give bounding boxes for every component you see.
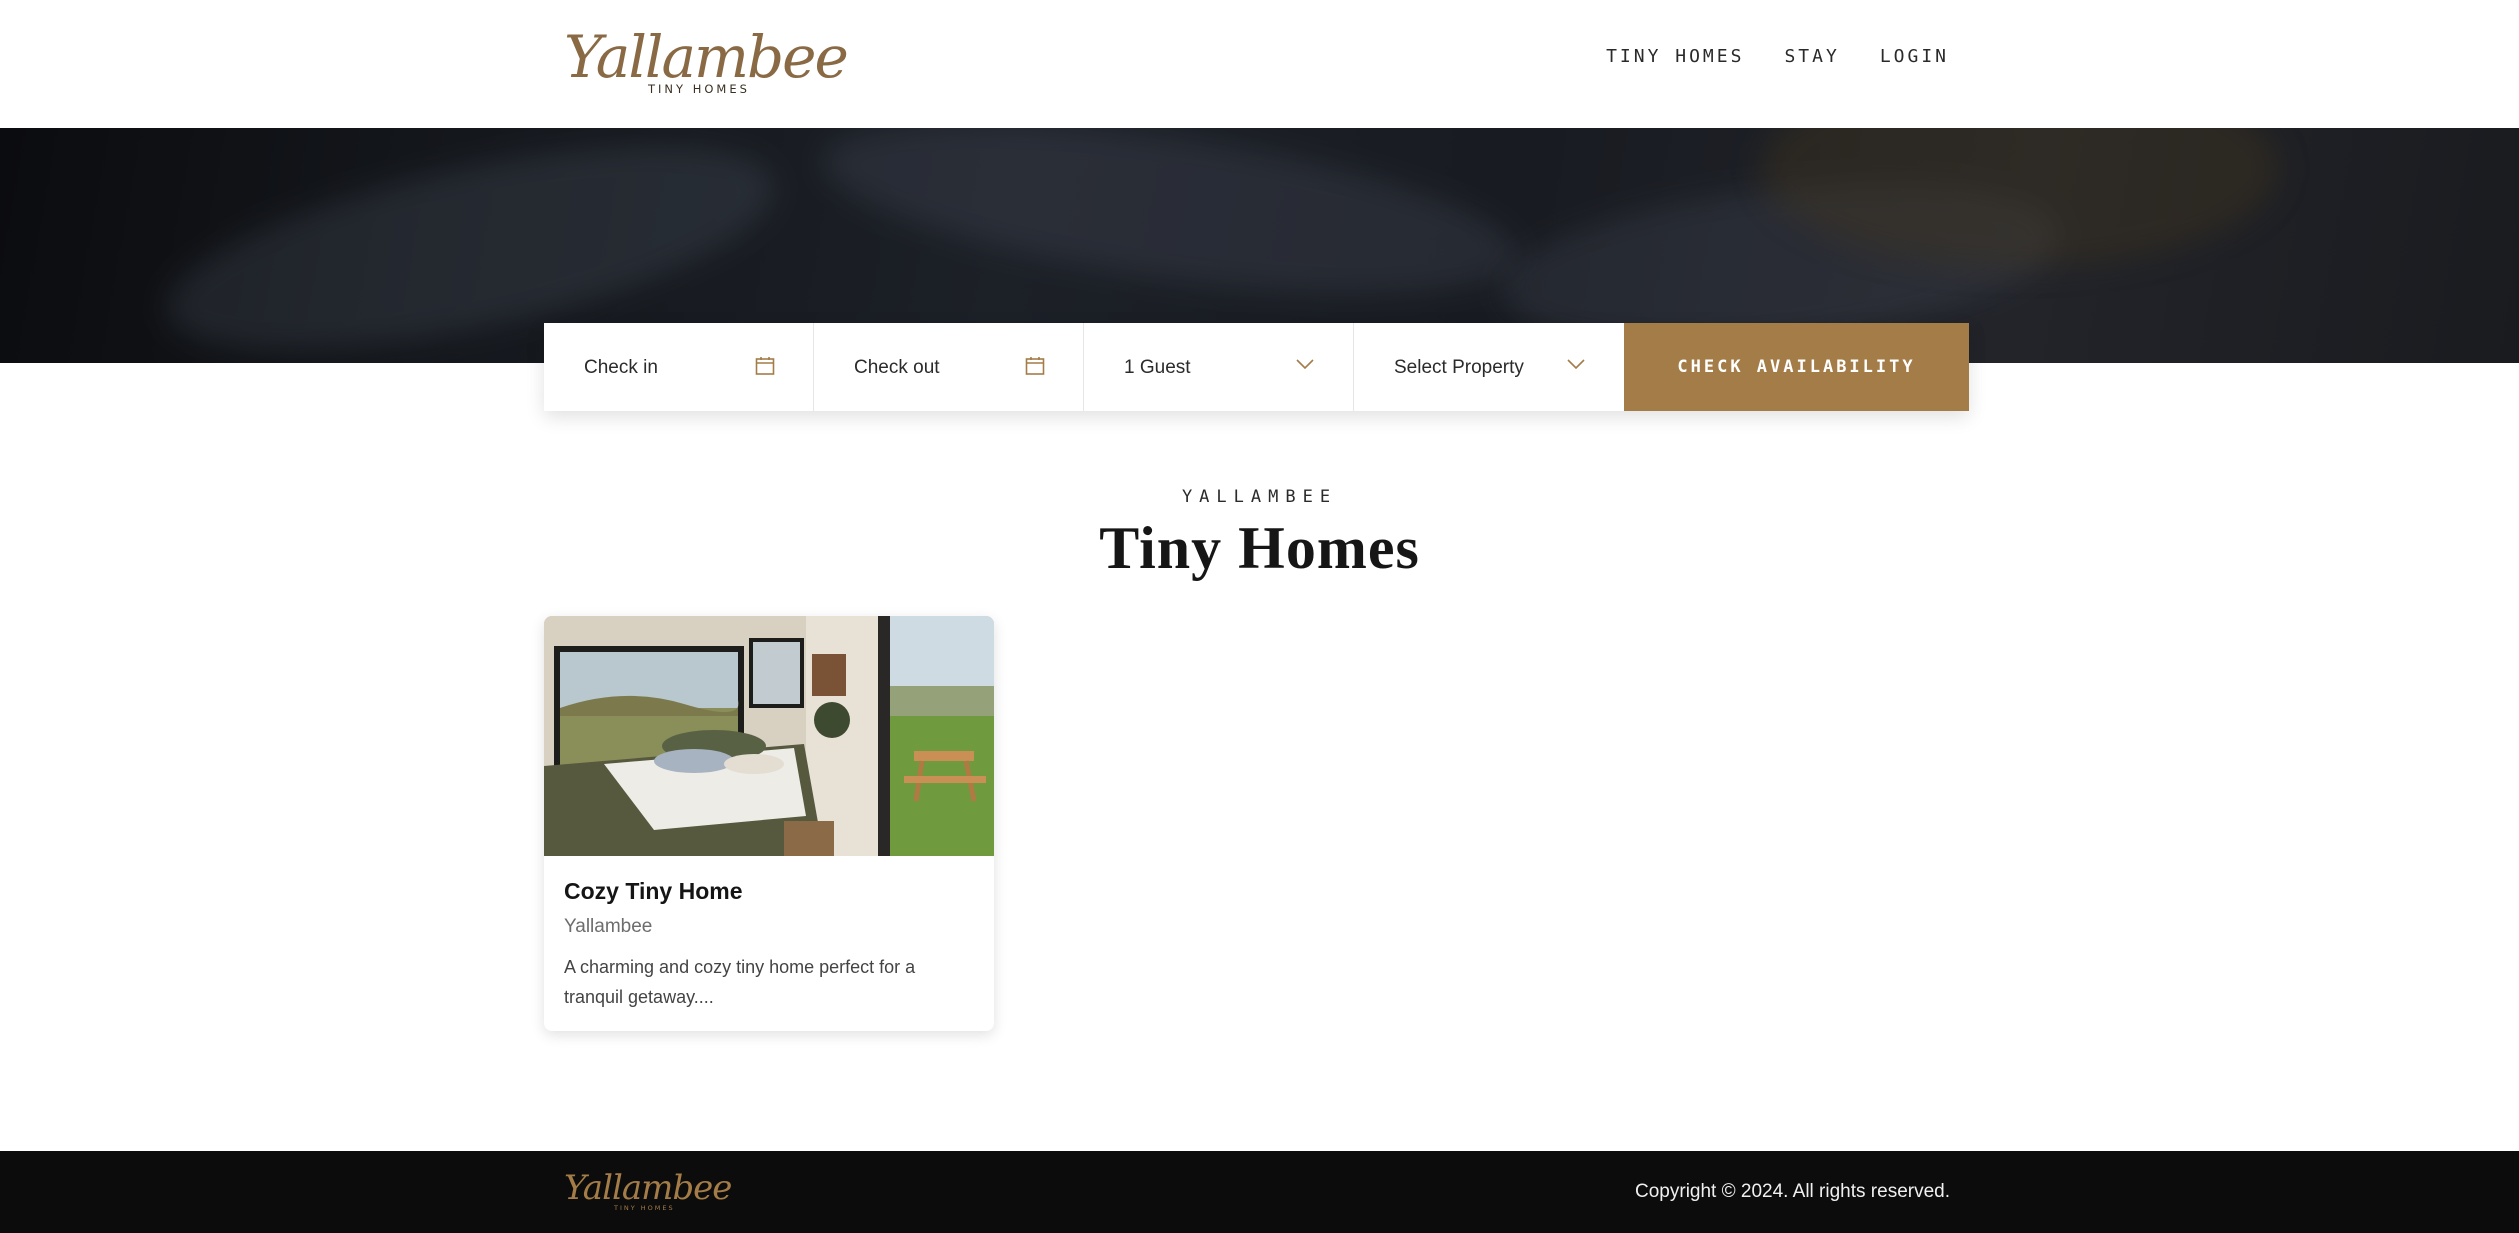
- chevron-down-icon[interactable]: [1295, 357, 1315, 376]
- card-title[interactable]: Cozy Tiny Home: [564, 878, 743, 905]
- nav-stay[interactable]: STAY: [1784, 46, 1839, 67]
- calendar-icon[interactable]: [755, 356, 775, 381]
- property-select[interactable]: Select Property: [1354, 323, 1624, 411]
- property-value: Select Property: [1394, 357, 1524, 378]
- check-out-field[interactable]: Check out: [814, 323, 1084, 411]
- check-in-field[interactable]: Check in: [544, 323, 814, 411]
- section-eyebrow: YALLAMBEE: [1181, 487, 1338, 507]
- site-header: Yallambee TINY HOMES TINY HOMES STAY LOG…: [0, 0, 2519, 128]
- check-availability-button[interactable]: CHECK AVAILABILITY: [1624, 323, 1969, 411]
- property-photo[interactable]: [544, 616, 994, 856]
- booking-form: Check in Check out 1 Guest Select Proper…: [544, 323, 1969, 411]
- main-nav: TINY HOMES STAY LOGIN: [1606, 46, 1949, 67]
- footer-logo-wordmark: Yallambee: [564, 1168, 732, 1208]
- calendar-icon[interactable]: [1025, 356, 1045, 381]
- check-in-label: Check in: [584, 357, 658, 378]
- check-out-label: Check out: [854, 357, 940, 378]
- nav-tiny-homes[interactable]: TINY HOMES: [1606, 46, 1744, 67]
- hero-texture: [813, 128, 1527, 327]
- footer-logo-tagline: TINY HOMES: [614, 1204, 675, 1212]
- card-location: Yallambee: [564, 916, 653, 937]
- logo-tagline: TINY HOMES: [648, 82, 750, 96]
- chevron-down-icon[interactable]: [1566, 357, 1586, 376]
- section-title: Tiny Homes: [1099, 515, 1420, 581]
- brand-logo[interactable]: Yallambee TINY HOMES: [564, 22, 849, 100]
- guests-select[interactable]: 1 Guest: [1084, 323, 1354, 411]
- card-description: A charming and cozy tiny home perfect fo…: [564, 957, 916, 1007]
- guests-value: 1 Guest: [1124, 357, 1191, 378]
- nav-login[interactable]: LOGIN: [1880, 46, 1949, 67]
- property-card[interactable]: Cozy Tiny Home Yallambee A charming and …: [544, 616, 994, 1031]
- site-footer: Yallambee TINY HOMES Copyright © 2024. A…: [0, 1151, 2519, 1233]
- footer-logo[interactable]: Yallambee TINY HOMES: [564, 1168, 732, 1216]
- copyright-text: Copyright © 2024. All rights reserved.: [1635, 1181, 1950, 1202]
